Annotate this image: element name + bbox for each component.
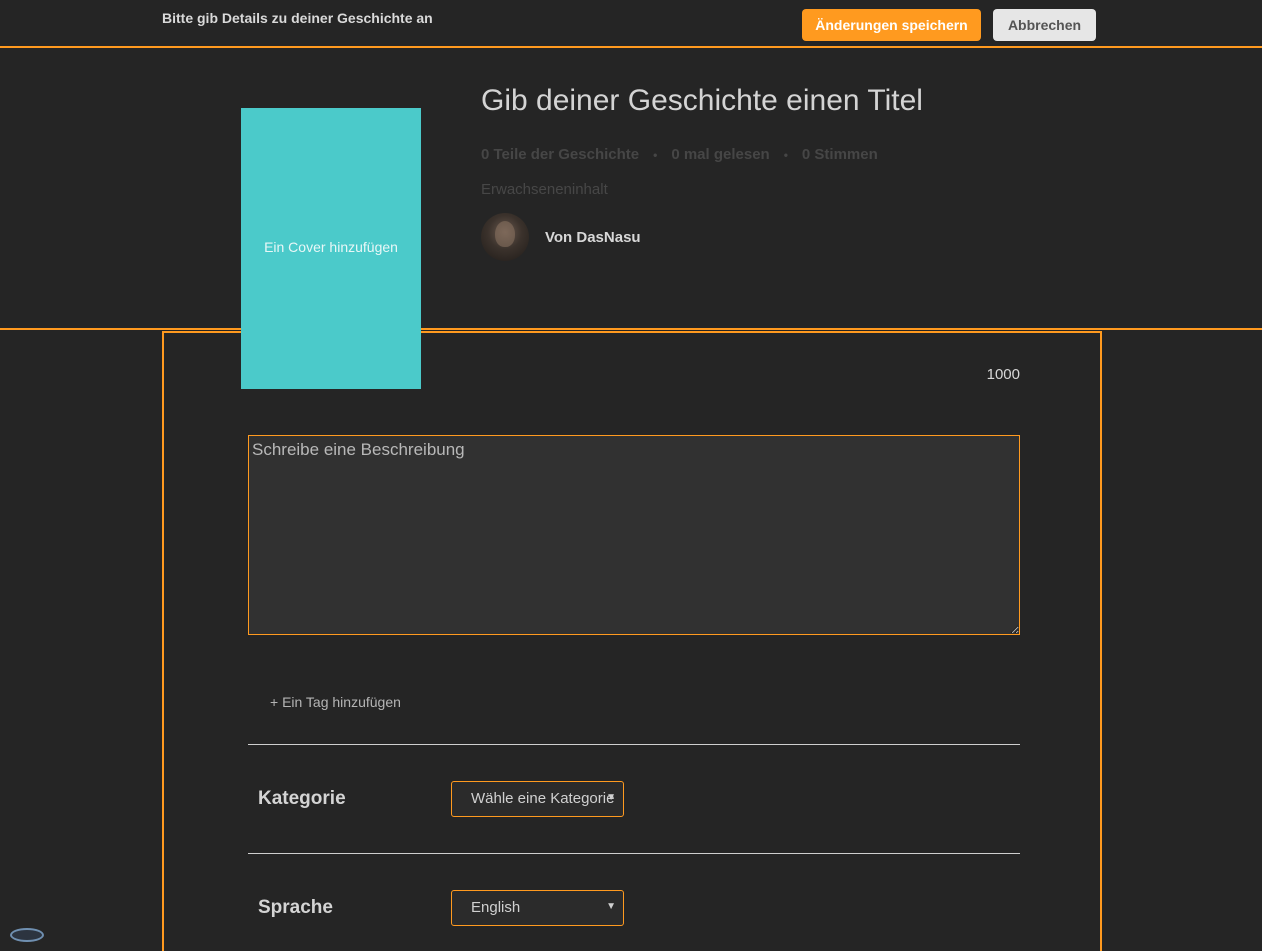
author-name: Von DasNasu <box>545 228 641 246</box>
add-cover-label: Ein Cover hinzufügen <box>264 239 398 255</box>
reads-count: 0 mal gelesen <box>671 146 770 163</box>
votes-count: 0 Stimmen <box>801 146 878 163</box>
top-bar: Bitte gib Details zu deiner Geschichte a… <box>0 0 1262 48</box>
stats-separator: • <box>783 147 788 162</box>
category-selected-value: Wähle eine Kategorie <box>471 790 615 807</box>
story-title[interactable]: Gib deiner Geschichte einen Titel <box>481 84 923 118</box>
author-info: Von DasNasu <box>481 213 641 261</box>
description-textarea[interactable] <box>248 435 1020 635</box>
mature-content-label: Erwachseneninhalt <box>481 181 608 198</box>
category-select[interactable]: Wähle eine Kategorie ▼ <box>451 781 624 817</box>
avatar <box>481 213 529 261</box>
character-count: 1000 <box>986 366 1020 383</box>
story-details-panel <box>162 331 1102 951</box>
chevron-down-icon: ▼ <box>606 792 616 803</box>
language-selected-value: English <box>471 899 521 916</box>
language-select[interactable]: English ▼ <box>451 890 624 926</box>
story-stats: 0 Teile der Geschichte • 0 mal gelesen •… <box>481 146 878 163</box>
parts-count: 0 Teile der Geschichte <box>481 146 640 163</box>
chevron-down-icon: ▼ <box>606 901 616 912</box>
add-tag-button[interactable]: + Ein Tag hinzufügen <box>270 694 401 710</box>
add-cover-button[interactable]: Ein Cover hinzufügen <box>241 108 421 389</box>
save-changes-button[interactable]: Änderungen speichern <box>802 9 981 41</box>
language-label: Sprache <box>258 897 333 918</box>
page-instruction: Bitte gib Details zu deiner Geschichte a… <box>162 10 433 26</box>
category-label: Kategorie <box>258 788 346 809</box>
stats-separator: • <box>653 147 658 162</box>
floating-help-icon[interactable] <box>10 928 44 942</box>
cancel-button[interactable]: Abbrechen <box>993 9 1096 41</box>
divider <box>248 853 1020 854</box>
divider <box>248 744 1020 745</box>
